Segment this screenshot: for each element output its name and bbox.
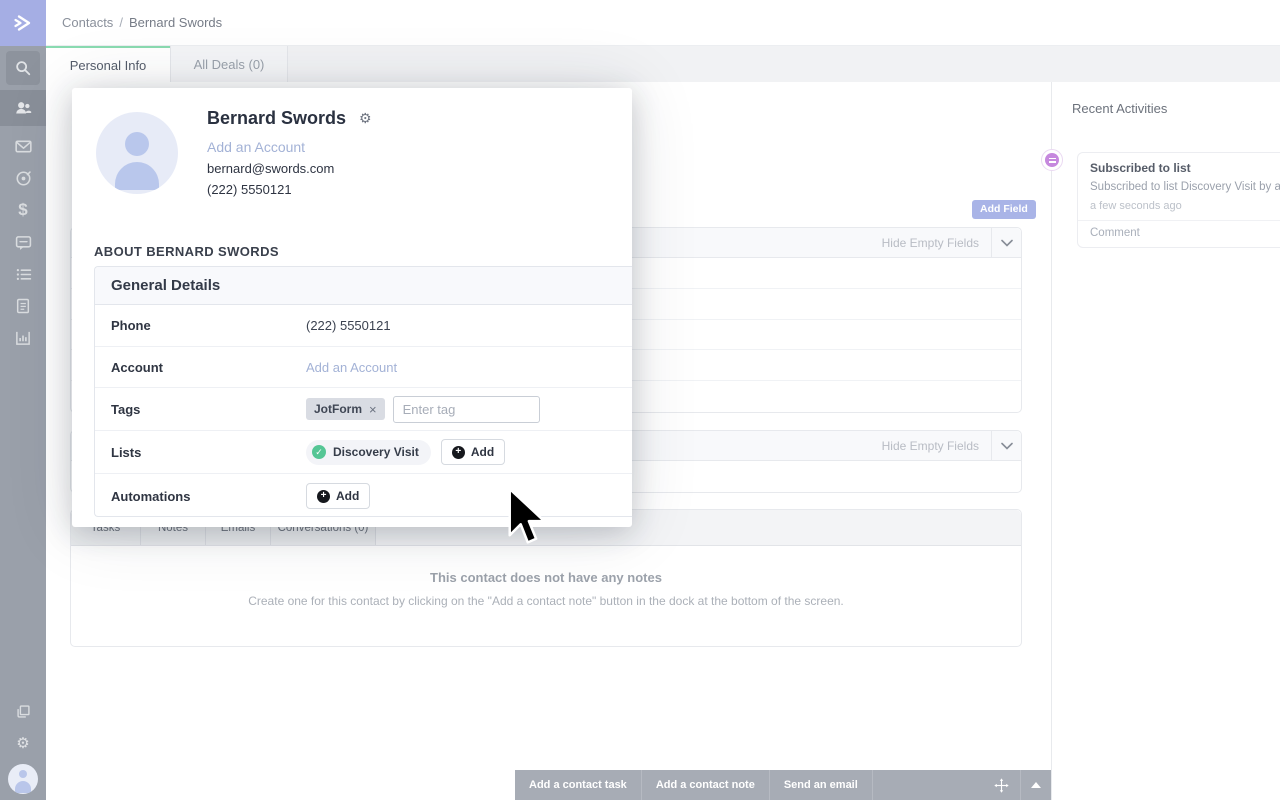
add-contact-note-button[interactable]: Add a contact note xyxy=(642,770,770,800)
sidebar-item-apps[interactable] xyxy=(0,700,46,722)
sidebar-item-reports[interactable] xyxy=(0,322,46,354)
detail-row-lists: Lists ✓ Discovery Visit + Add xyxy=(95,431,632,474)
account-label: Account xyxy=(95,360,306,375)
dock-move-handle[interactable] xyxy=(982,770,1020,800)
activities-divider xyxy=(1051,82,1052,800)
remove-tag-icon[interactable]: × xyxy=(369,403,377,416)
detail-row-tags: Tags JotForm × xyxy=(95,388,632,431)
dock-collapse-button[interactable] xyxy=(1020,770,1051,800)
action-dock: Add a contact task Add a contact note Se… xyxy=(515,770,1051,800)
dock-spacer xyxy=(873,770,982,800)
breadcrumb-separator: / xyxy=(119,15,123,30)
document-page-icon xyxy=(14,297,32,315)
gear-icon: ⚙ xyxy=(16,736,29,751)
comment-button[interactable]: Comment xyxy=(1090,221,1280,247)
search-icon xyxy=(6,51,40,85)
activity-title: Subscribed to list xyxy=(1090,161,1280,175)
deals-target-icon xyxy=(14,169,33,188)
automations-label: Automations xyxy=(95,489,306,504)
activity-card: Subscribed to list Subscribed to list Di… xyxy=(1077,152,1280,248)
app-logo[interactable] xyxy=(0,0,46,46)
lists-label: Lists xyxy=(95,445,306,460)
notes-empty-state: This contact does not have any notes Cre… xyxy=(71,546,1021,609)
list-chip-text: Discovery Visit xyxy=(333,445,419,459)
tab-all-deals[interactable]: All Deals (0) xyxy=(170,46,288,82)
tab-personal-info[interactable]: Personal Info xyxy=(46,46,170,82)
sidebar-item-deals[interactable] xyxy=(0,162,46,194)
avatar-head xyxy=(19,770,27,778)
breadcrumb-contacts[interactable]: Contacts xyxy=(62,15,113,30)
contact-avatar xyxy=(96,112,178,194)
check-icon: ✓ xyxy=(312,445,326,459)
activity-timestamp: a few seconds ago xyxy=(1090,200,1280,212)
about-section-heading: ABOUT BERNARD SWORDS xyxy=(94,244,279,259)
mail-envelope-icon xyxy=(14,137,33,156)
sidebar-item-payments[interactable]: $ xyxy=(0,194,46,226)
sidebar-item-mail[interactable] xyxy=(0,130,46,162)
tag-text: JotForm xyxy=(314,402,362,416)
windows-stack-icon xyxy=(15,703,32,720)
contact-detail-modal: Bernard Swords ⚙ Add an Account bernard@… xyxy=(72,88,632,527)
move-icon xyxy=(994,778,1009,793)
enter-tag-input[interactable] xyxy=(393,396,540,423)
chat-bubble-icon xyxy=(14,233,33,252)
sidebar-item-conversations[interactable] xyxy=(0,226,46,258)
top-bar: Contacts / Bernard Swords xyxy=(46,0,1280,46)
sidebar-item-search[interactable] xyxy=(0,50,46,86)
list-bullets-icon xyxy=(14,265,33,284)
add-automation-button[interactable]: + Add xyxy=(306,483,370,509)
plus-icon: + xyxy=(317,490,330,503)
double-chevron-icon xyxy=(11,11,35,35)
user-avatar[interactable] xyxy=(8,764,38,794)
notes-panel: Tasks Notes Emails Conversations (0) Thi… xyxy=(70,509,1022,647)
add-contact-task-button[interactable]: Add a contact task xyxy=(515,770,642,800)
phone-value[interactable]: (222) 5550121 xyxy=(306,318,391,333)
list-chip[interactable]: ✓ Discovery Visit xyxy=(306,440,431,465)
contact-email: bernard@swords.com xyxy=(207,161,372,176)
empty-state-title: This contact does not have any notes xyxy=(71,570,1021,585)
breadcrumb-current: Bernard Swords xyxy=(129,15,222,30)
dollar-icon: $ xyxy=(18,200,27,220)
avatar-head xyxy=(125,132,149,156)
detail-row-automations: Automations + Add xyxy=(95,474,632,518)
send-email-button[interactable]: Send an email xyxy=(770,770,873,800)
hide-empty-fields-toggle[interactable]: Hide Empty Fields xyxy=(882,236,991,250)
contact-settings-gear-icon[interactable]: ⚙ xyxy=(359,110,372,127)
add-field-button[interactable]: Add Field xyxy=(972,200,1036,219)
hide-empty-fields-toggle[interactable]: Hide Empty Fields xyxy=(882,439,991,453)
detail-row-phone: Phone (222) 5550121 xyxy=(95,305,632,347)
left-sidebar: $ xyxy=(0,0,46,800)
triangle-up-icon xyxy=(1031,782,1041,788)
contact-name: Bernard Swords xyxy=(207,108,346,129)
bar-chart-icon xyxy=(14,329,32,347)
add-account-link[interactable]: Add an Account xyxy=(207,139,372,155)
tag-chip[interactable]: JotForm × xyxy=(306,398,385,420)
tab-bar: Personal Info All Deals (0) xyxy=(46,46,1280,82)
collapse-panel-button[interactable] xyxy=(991,431,1021,460)
chevron-down-icon xyxy=(1001,239,1013,247)
general-details-box: General Details Phone (222) 5550121 Acco… xyxy=(94,266,632,517)
collapse-panel-button[interactable] xyxy=(991,228,1021,257)
contact-phone: (222) 5550121 xyxy=(207,182,372,197)
general-details-header: General Details xyxy=(95,267,632,305)
contacts-people-icon xyxy=(13,98,33,118)
activity-timeline-badge xyxy=(1041,149,1063,171)
add-account-link[interactable]: Add an Account xyxy=(306,360,397,375)
sidebar-item-documents[interactable] xyxy=(0,290,46,322)
sidebar-item-lists[interactable] xyxy=(0,258,46,290)
empty-state-description: Create one for this contact by clicking … xyxy=(176,593,916,609)
sidebar-item-contacts[interactable] xyxy=(0,90,46,126)
list-activity-icon xyxy=(1045,153,1059,167)
activity-description: Subscribed to list Discovery Visit by ad… xyxy=(1090,181,1280,193)
chevron-down-icon xyxy=(1001,442,1013,450)
avatar-body xyxy=(15,781,31,793)
tags-label: Tags xyxy=(95,402,306,417)
avatar-body xyxy=(115,162,159,190)
recent-activities-title: Recent Activities xyxy=(1072,101,1167,116)
plus-icon: + xyxy=(452,446,465,459)
detail-row-account: Account Add an Account xyxy=(95,347,632,388)
phone-label: Phone xyxy=(95,318,306,333)
sidebar-item-settings[interactable]: ⚙ xyxy=(0,732,46,754)
add-list-button[interactable]: + Add xyxy=(441,439,505,465)
